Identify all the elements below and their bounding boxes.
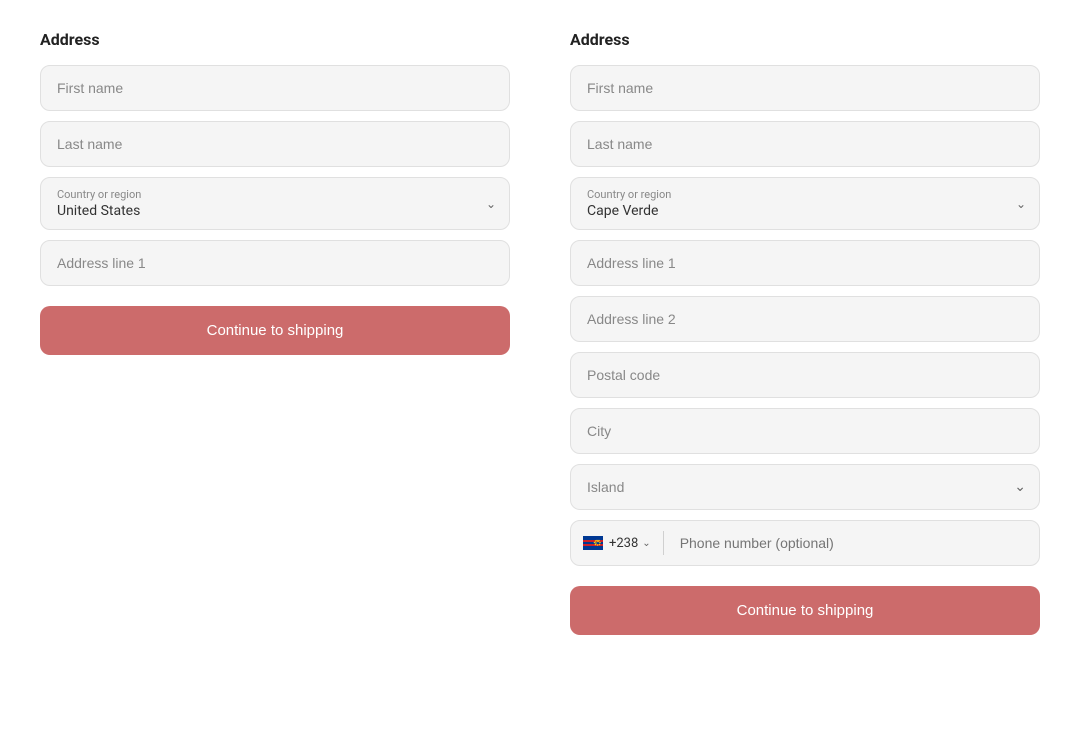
left-country-select-wrapper[interactable]: Country or region United States ⌄ — [40, 177, 510, 230]
right-postal-code-field — [570, 352, 1040, 398]
right-city-input[interactable] — [570, 408, 1040, 454]
left-country-field: Country or region United States ⌄ — [40, 177, 510, 230]
right-phone-country-selector[interactable]: +238 ⌄ — [571, 522, 659, 565]
page-container: Address Country or region United States … — [20, 30, 1060, 635]
left-address-form: Address Country or region United States … — [40, 30, 510, 635]
left-continue-button[interactable]: Continue to shipping — [40, 306, 510, 355]
right-first-name-input[interactable] — [570, 65, 1040, 111]
phone-country-chevron-icon: ⌄ — [642, 538, 650, 549]
right-island-select[interactable]: Island — [570, 464, 1040, 510]
cape-verde-flag-icon — [583, 536, 603, 550]
right-country-value: Cape Verde — [587, 203, 999, 219]
right-postal-code-input[interactable] — [570, 352, 1040, 398]
left-country-label: Country or region — [57, 188, 469, 201]
right-country-field: Country or region Cape Verde ⌄ — [570, 177, 1040, 230]
right-island-field: Island ⌄ — [570, 464, 1040, 510]
right-address-line1-input[interactable] — [570, 240, 1040, 286]
right-address-form: Address Country or region Cape Verde ⌄ — [570, 30, 1040, 635]
left-country-value: United States — [57, 203, 469, 219]
left-first-name-field — [40, 65, 510, 111]
right-country-box[interactable]: Country or region Cape Verde — [570, 177, 1040, 230]
left-last-name-input[interactable] — [40, 121, 510, 167]
right-phone-field: +238 ⌄ — [570, 520, 1040, 566]
phone-divider — [663, 531, 664, 555]
left-address-line1-field — [40, 240, 510, 286]
right-continue-button[interactable]: Continue to shipping — [570, 586, 1040, 635]
right-phone-row: +238 ⌄ — [570, 520, 1040, 566]
right-first-name-field — [570, 65, 1040, 111]
right-country-select-wrapper[interactable]: Country or region Cape Verde ⌄ — [570, 177, 1040, 230]
left-last-name-field — [40, 121, 510, 167]
phone-country-code: +238 — [609, 536, 638, 551]
left-form-title: Address — [40, 30, 510, 49]
left-first-name-input[interactable] — [40, 65, 510, 111]
left-country-box[interactable]: Country or region United States — [40, 177, 510, 230]
right-city-field — [570, 408, 1040, 454]
right-last-name-field — [570, 121, 1040, 167]
right-last-name-input[interactable] — [570, 121, 1040, 167]
right-address-line1-field — [570, 240, 1040, 286]
right-phone-input[interactable] — [668, 521, 1039, 565]
right-address-line2-input[interactable] — [570, 296, 1040, 342]
right-address-line2-field — [570, 296, 1040, 342]
left-address-line1-input[interactable] — [40, 240, 510, 286]
right-form-title: Address — [570, 30, 1040, 49]
right-country-label: Country or region — [587, 188, 999, 201]
